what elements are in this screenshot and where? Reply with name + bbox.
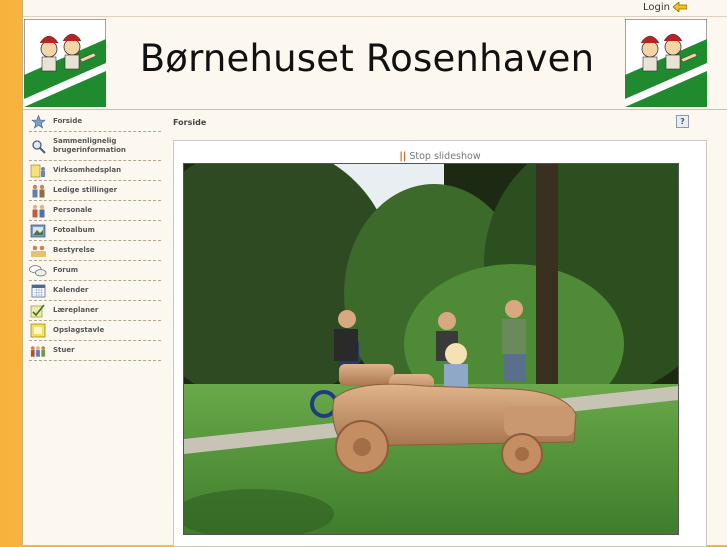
magnifier-icon [29, 139, 47, 154]
sidebar-item-label: Forside [53, 117, 83, 125]
sidebar-item-brugerinformation[interactable]: Sammenlignelig brugerinformation [29, 132, 161, 161]
sidebar-item-label: Stuer [53, 346, 75, 354]
sidebar-item-bestyrelse[interactable]: Bestyrelse [29, 241, 161, 261]
board-icon [29, 243, 47, 258]
site-title: Børnehuset Rosenhaven [139, 37, 595, 80]
header: Børnehuset Rosenhaven [23, 16, 727, 110]
content-header: Forside ? [173, 112, 689, 132]
sidebar-item-label: Fotoalbum [53, 226, 95, 234]
sidebar-item-label: Bestyrelse [53, 246, 95, 254]
calendar-icon [29, 283, 47, 298]
page: Login Børnehuset Rosenhaven Forside Samm… [22, 0, 727, 547]
breadcrumb[interactable]: Forside [173, 118, 206, 127]
stop-slideshow-button[interactable]: || Stop slideshow [174, 151, 706, 162]
notice-board-icon [29, 323, 47, 338]
document-people-icon [29, 163, 47, 178]
login-link[interactable]: Login [643, 0, 687, 14]
sidebar-item-stuer[interactable]: Stuer [29, 341, 161, 361]
sidebar-item-label: Kalender [53, 286, 89, 294]
slideshow-panel: || Stop slideshow [173, 140, 707, 547]
sidebar-item-label: Virksomhedsplan [53, 166, 122, 174]
sidebar-item-fotoalbum[interactable]: Fotoalbum [29, 221, 161, 241]
help-button[interactable]: ? [676, 115, 689, 128]
sidebar-item-label: Ledige stillinger [53, 186, 118, 194]
sidebar-item-ledige-stillinger[interactable]: Ledige stillinger [29, 181, 161, 201]
logo-left [24, 19, 106, 107]
sidebar-nav: Forside Sammenlignelig brugerinformation… [29, 112, 161, 361]
sidebar-item-forum[interactable]: Forum [29, 261, 161, 281]
sidebar-item-label: Opslagstavle [53, 326, 105, 334]
slideshow-photo [183, 163, 679, 535]
sidebar-item-label: Forum [53, 266, 79, 274]
group-icon [29, 343, 47, 358]
people-icon [29, 183, 47, 198]
photo-album-icon [29, 223, 47, 238]
sidebar-item-label: Personale [53, 206, 93, 214]
top-bar: Login [23, 0, 727, 16]
star-icon [29, 114, 47, 129]
sidebar-item-laereplaner[interactable]: Læreplaner [29, 301, 161, 321]
speech-bubbles-icon [29, 263, 47, 278]
sidebar-item-label: Læreplaner [53, 306, 99, 314]
slideshow-label: Stop slideshow [409, 151, 481, 162]
sidebar-item-label: Sammenlignelig brugerinformation [53, 137, 126, 154]
sidebar-item-opslagstavle[interactable]: Opslagstavle [29, 321, 161, 341]
sidebar-item-personale[interactable]: Personale [29, 201, 161, 221]
sidebar-item-forside[interactable]: Forside [29, 112, 161, 132]
staff-icon [29, 203, 47, 218]
sidebar-item-virksomhedsplan[interactable]: Virksomhedsplan [29, 161, 161, 181]
pause-icon: || [399, 151, 407, 162]
logo-right [625, 19, 707, 107]
checklist-icon [29, 303, 47, 318]
login-label: Login [643, 1, 670, 13]
sidebar-item-kalender[interactable]: Kalender [29, 281, 161, 301]
arrow-left-icon [673, 2, 687, 12]
